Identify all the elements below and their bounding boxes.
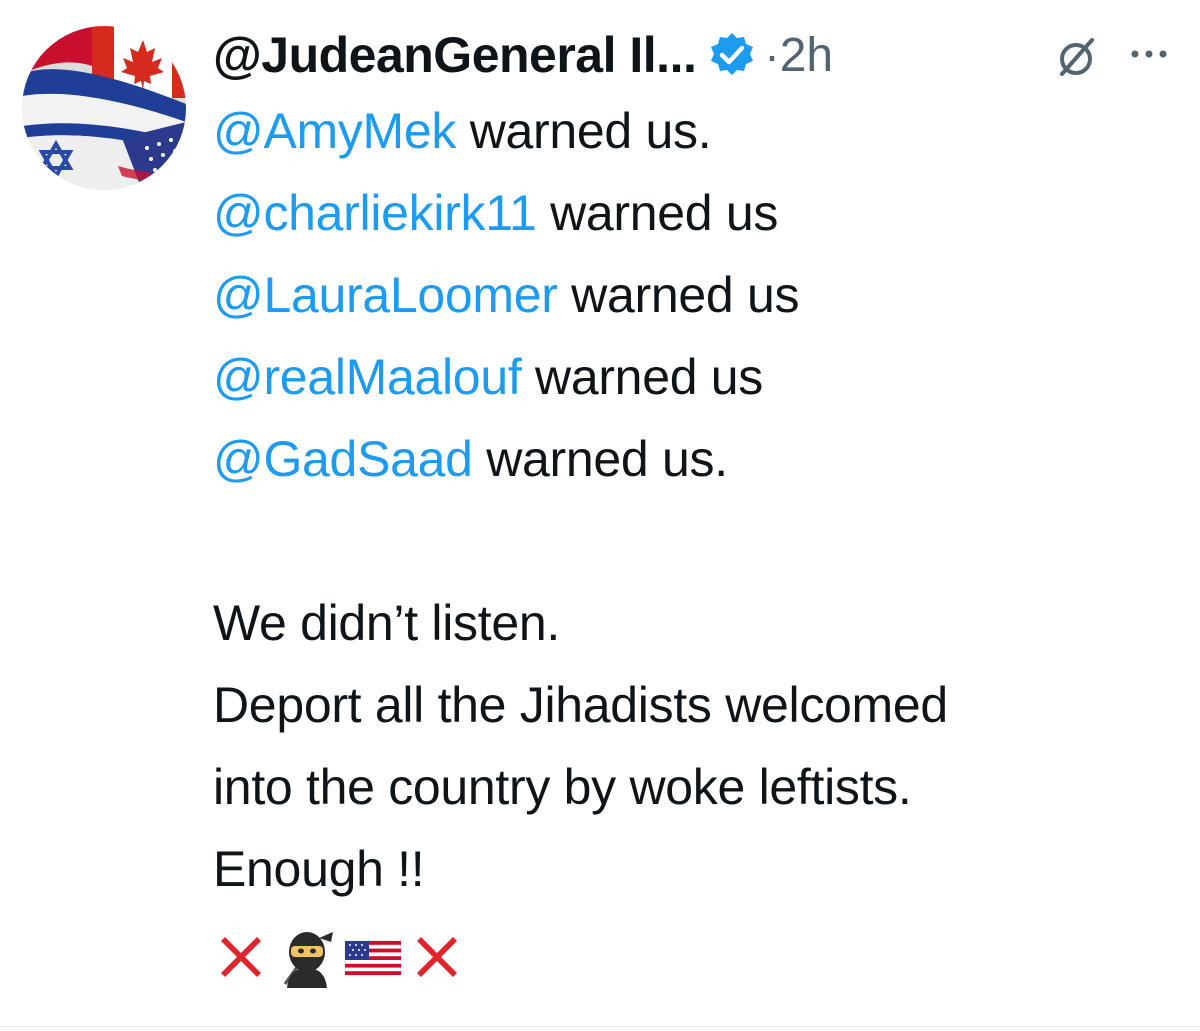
avatar[interactable] <box>22 26 186 190</box>
mention-link[interactable]: @realMaalouf <box>213 349 522 405</box>
mention-line: @LauraLoomer warned us <box>213 254 1173 336</box>
avatar-flags-image <box>22 26 186 190</box>
tweet[interactable]: @JudeanGeneral Il... · 2h @AmyMek warned… <box>0 0 1200 1031</box>
paragraph-line: We didn’t listen. <box>213 595 560 651</box>
ninja-icon <box>275 926 337 988</box>
paragraph-line: Enough !! <box>213 841 425 897</box>
verified-badge-icon[interactable] <box>708 31 756 79</box>
timestamp[interactable]: 2h <box>780 28 833 83</box>
mention-link[interactable]: @GadSaad <box>213 431 473 487</box>
mention-link[interactable]: @AmyMek <box>213 103 456 159</box>
mention-line: @GadSaad warned us. <box>213 418 1173 500</box>
line-text: warned us <box>536 185 779 241</box>
cross-mark-icon <box>409 929 465 985</box>
display-name[interactable]: @JudeanGeneral Il... <box>213 26 697 84</box>
us-flag-icon <box>343 929 403 985</box>
line-text: warned us. <box>472 431 728 487</box>
mention-line: @realMaalouf warned us <box>213 336 1173 418</box>
line-text: warned us <box>521 349 764 405</box>
mention-line: @charliekirk11 warned us <box>213 172 1173 254</box>
paragraph-line: Deport all the Jihadists welcomed <box>213 677 948 733</box>
mention-link[interactable]: @charliekirk11 <box>213 185 537 241</box>
tweet-text: @AmyMek warned us. @charliekirk11 warned… <box>213 90 1173 998</box>
tweet-header: @JudeanGeneral Il... · 2h <box>213 22 833 88</box>
header-separator: · <box>764 29 780 81</box>
emoji-row <box>213 910 1173 998</box>
line-text: warned us <box>557 267 800 323</box>
more-icon[interactable] <box>1128 34 1170 74</box>
mention-line: @AmyMek warned us. <box>213 90 1173 172</box>
mention-link[interactable]: @LauraLoomer <box>213 267 558 323</box>
cross-mark-icon <box>213 929 269 985</box>
line-text: warned us. <box>456 103 712 159</box>
divider <box>0 1026 1200 1027</box>
grok-icon[interactable] <box>1052 32 1102 82</box>
paragraph-line: into the country by woke leftists. <box>213 759 912 815</box>
